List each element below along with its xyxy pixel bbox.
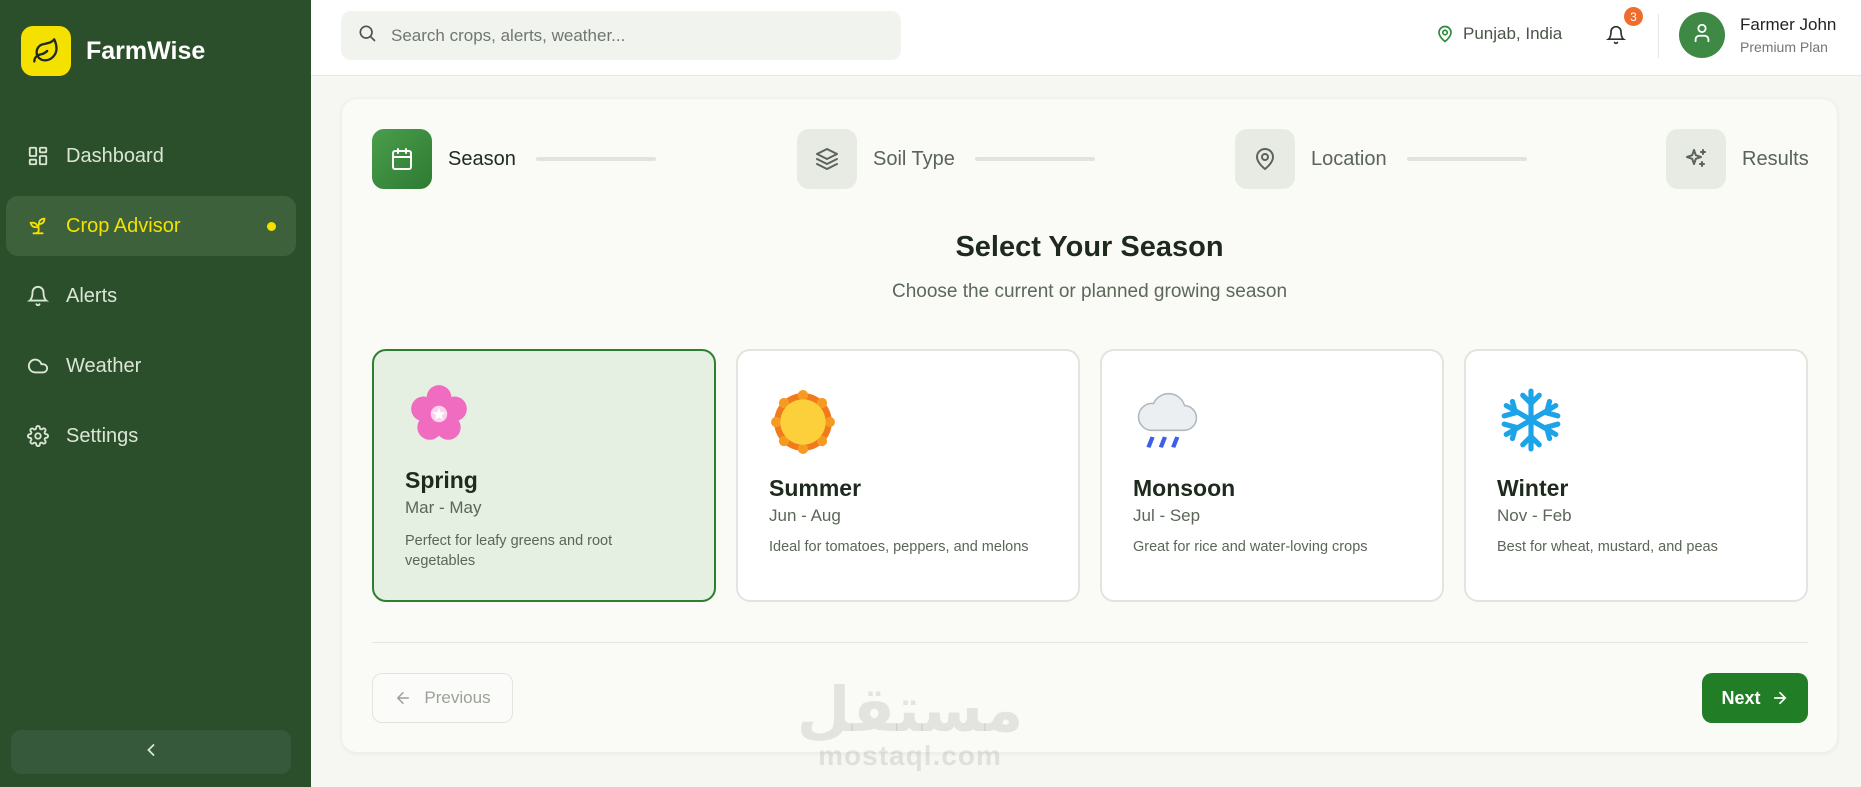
- season-name: Spring: [405, 467, 478, 493]
- season-months: Nov - Feb: [1497, 506, 1572, 525]
- page-subtitle: Choose the current or planned growing se…: [891, 281, 1288, 302]
- crop-advisor-wizard: Season Soil Type Location Results Select…: [341, 98, 1838, 753]
- step-soil-type[interactable]: Soil Type: [797, 129, 1095, 189]
- season-description: Ideal for tomatoes, peppers, and melons: [769, 539, 1029, 555]
- season-card-monsoon[interactable]: Monsoon Jul - Sep Great for rice and wat…: [1100, 349, 1444, 602]
- next-label: Next: [1721, 687, 1761, 708]
- cloud-icon: [26, 354, 50, 378]
- header-divider: [1658, 14, 1659, 58]
- next-button[interactable]: Next: [1702, 673, 1808, 723]
- chevron-left-icon: [141, 740, 161, 765]
- sparkles-icon: [1666, 129, 1726, 189]
- season-card-spring[interactable]: Spring Mar - May Perfect for leafy green…: [372, 349, 716, 602]
- sidebar: FarmWise Dashboard Crop Advisor Alerts W…: [0, 0, 311, 787]
- wizard-stepper: Season Soil Type Location Results: [342, 129, 1837, 189]
- previous-label: Previous: [424, 688, 491, 707]
- sidebar-item-crop-advisor[interactable]: Crop Advisor: [6, 196, 296, 256]
- location-selector[interactable]: Punjab, India: [1436, 24, 1562, 44]
- map-pin-icon: [1235, 129, 1295, 189]
- step-connector: [1406, 157, 1527, 161]
- leaf-icon: [21, 26, 71, 76]
- sidebar-item-settings[interactable]: Settings: [6, 406, 296, 466]
- sidebar-collapse-button[interactable]: [11, 730, 291, 774]
- sidebar-item-label: Settings: [66, 424, 139, 447]
- step-connector: [535, 157, 656, 161]
- season-name: Summer: [769, 475, 862, 501]
- season-months: Jul - Sep: [1133, 506, 1201, 525]
- top-bar: Punjab, India 3 Farmer John Premium Plan: [311, 0, 1861, 76]
- brand[interactable]: FarmWise: [21, 26, 205, 76]
- step-label: Season: [448, 147, 516, 170]
- sidebar-item-label: Weather: [66, 354, 142, 377]
- gear-icon: [26, 424, 50, 448]
- sun-icon: [770, 389, 836, 455]
- location-label: Punjab, India: [1463, 24, 1563, 43]
- step-season[interactable]: Season: [372, 129, 656, 189]
- layers-icon: [797, 129, 857, 189]
- sidebar-item-dashboard[interactable]: Dashboard: [6, 126, 296, 186]
- season-months: Jun - Aug: [769, 506, 841, 525]
- season-months: Mar - May: [405, 498, 482, 517]
- arrow-left-icon: [394, 689, 412, 707]
- season-description: Best for wheat, mustard, and peas: [1497, 539, 1718, 555]
- sidebar-item-weather[interactable]: Weather: [6, 336, 296, 396]
- footer-divider: [372, 642, 1808, 643]
- season-name: Winter: [1497, 475, 1569, 501]
- sidebar-item-label: Dashboard: [66, 144, 164, 167]
- calendar-icon: [372, 129, 432, 189]
- sidebar-nav: Dashboard Crop Advisor Alerts Weather Se…: [6, 126, 296, 476]
- search-input[interactable]: [391, 25, 871, 46]
- season-description: Great for rice and water-loving crops: [1133, 539, 1368, 555]
- sidebar-item-label: Crop Advisor: [66, 214, 181, 237]
- rain-cloud-icon: [1134, 387, 1200, 453]
- season-card-summer[interactable]: Summer Jun - Aug Ideal for tomatoes, pep…: [736, 349, 1080, 602]
- sidebar-item-label: Alerts: [66, 284, 118, 307]
- step-label: Results: [1742, 147, 1809, 170]
- previous-button[interactable]: Previous: [372, 673, 513, 723]
- season-description: Perfect for leafy greens and root vegeta…: [405, 533, 613, 569]
- blossom-icon: [406, 381, 472, 447]
- sprout-icon: [26, 214, 50, 238]
- step-location[interactable]: Location: [1235, 129, 1527, 189]
- season-card-winter[interactable]: Winter Nov - Feb Best for wheat, mustard…: [1464, 349, 1808, 602]
- user-menu[interactable]: Farmer John Premium Plan: [1679, 12, 1836, 58]
- map-pin-icon: [1436, 25, 1454, 43]
- snowflake-icon: [1498, 387, 1564, 453]
- bell-icon: [26, 284, 50, 308]
- search-box[interactable]: [341, 11, 901, 60]
- step-results[interactable]: Results: [1666, 129, 1809, 189]
- step-connector: [974, 157, 1095, 161]
- arrow-right-icon: [1771, 689, 1789, 707]
- season-name: Monsoon: [1133, 475, 1236, 501]
- active-indicator-dot: [267, 222, 276, 231]
- avatar: [1679, 12, 1725, 58]
- user-plan: Premium Plan: [1740, 39, 1828, 55]
- notifications-button[interactable]: [1601, 22, 1631, 52]
- step-label: Soil Type: [873, 147, 955, 170]
- step-label: Location: [1311, 147, 1387, 170]
- bell-icon: [1605, 25, 1627, 50]
- notification-count-badge: 3: [1624, 7, 1643, 26]
- page-title: Select Your Season: [955, 231, 1224, 263]
- sidebar-item-alerts[interactable]: Alerts: [6, 266, 296, 326]
- brand-name: FarmWise: [86, 36, 206, 65]
- search-icon: [357, 23, 377, 48]
- grid-icon: [26, 144, 50, 168]
- user-name: Farmer John: [1740, 15, 1837, 34]
- user-icon: [1691, 22, 1713, 49]
